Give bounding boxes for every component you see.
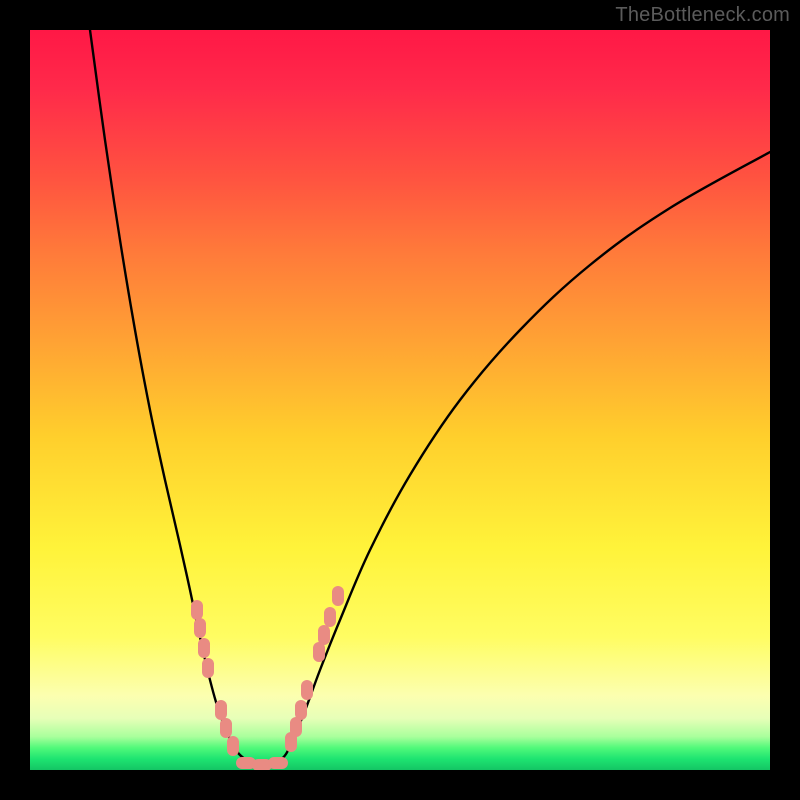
data-marker (220, 718, 232, 738)
data-marker (202, 658, 214, 678)
data-marker (194, 618, 206, 638)
data-marker (332, 586, 344, 606)
watermark-text: TheBottleneck.com (615, 4, 790, 27)
data-marker (290, 717, 302, 737)
data-marker (198, 638, 210, 658)
data-marker (318, 625, 330, 645)
plot-area (30, 30, 770, 770)
data-marker (295, 700, 307, 720)
data-marker (227, 736, 239, 756)
data-marker (215, 700, 227, 720)
marker-group (191, 586, 344, 770)
chart-frame: TheBottleneck.com (0, 0, 800, 800)
data-marker (324, 607, 336, 627)
curve-path-group (90, 30, 770, 766)
bottleneck-curve (90, 30, 770, 766)
data-marker (301, 680, 313, 700)
data-marker (268, 757, 288, 769)
data-marker (191, 600, 203, 620)
bottleneck-curve-svg (30, 30, 770, 770)
data-marker (313, 642, 325, 662)
